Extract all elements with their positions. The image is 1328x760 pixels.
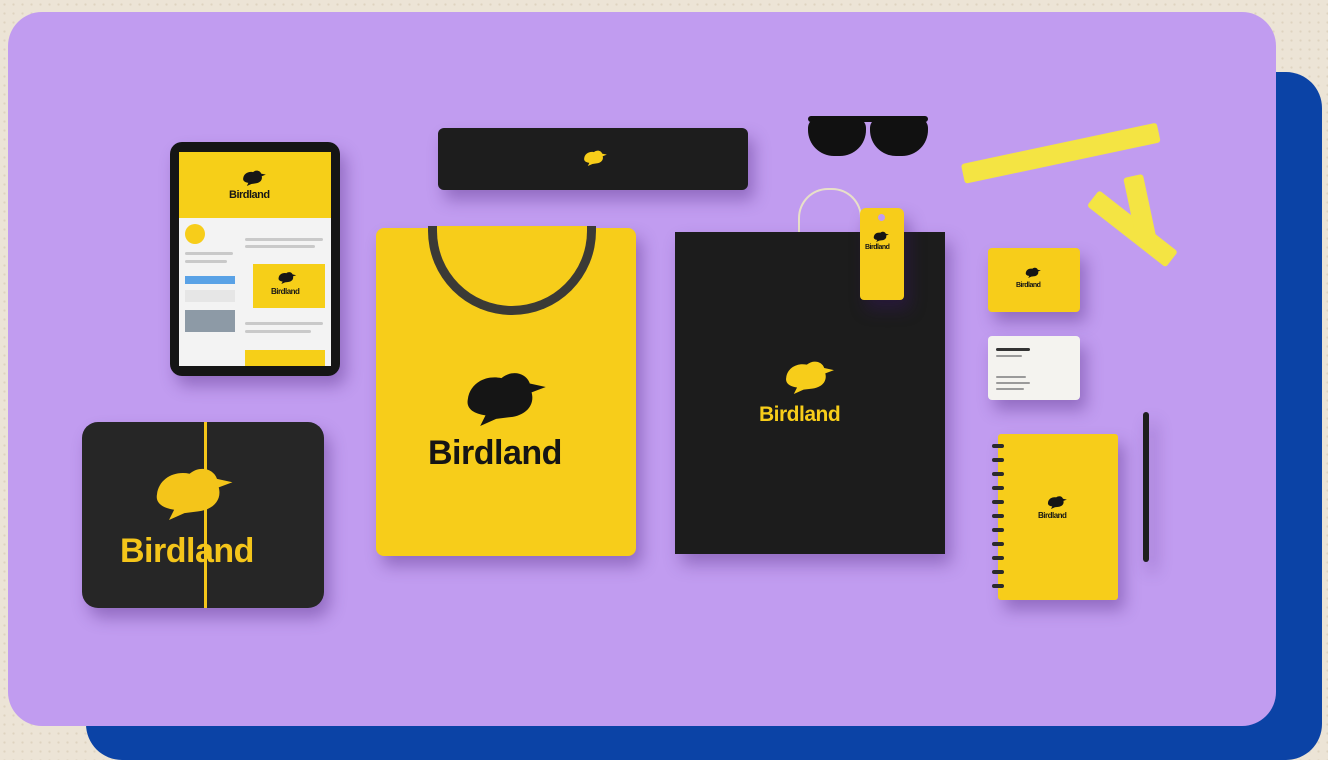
placeholder-line xyxy=(996,388,1024,390)
tshirt-wordmark: Birdland xyxy=(428,434,562,472)
spiral-ring xyxy=(992,556,1004,560)
business-card-back xyxy=(988,336,1080,400)
spiral-ring xyxy=(992,514,1004,518)
placeholder-line xyxy=(996,376,1026,378)
pen xyxy=(1143,412,1149,562)
spiral-ring xyxy=(992,500,1004,504)
bird-logo-icon xyxy=(872,230,890,242)
placeholder-line xyxy=(996,355,1022,357)
measuring-tape xyxy=(960,122,1203,268)
placeholder-line xyxy=(245,238,323,241)
business-card-front: Birdland xyxy=(988,248,1080,312)
black-shopping-bag: Birdland xyxy=(675,232,945,554)
placeholder-line xyxy=(996,382,1030,384)
tablet-screen-header: Birdland xyxy=(179,152,331,218)
placeholder-line xyxy=(185,260,227,263)
spiral-ring xyxy=(992,486,1004,490)
spiral-ring xyxy=(992,570,1004,574)
bird-logo-icon xyxy=(277,270,297,284)
spiral-notebook: Birdland xyxy=(998,434,1118,600)
poster-tube xyxy=(438,128,748,190)
sunglasses xyxy=(808,112,928,162)
placeholder-line xyxy=(245,322,323,325)
placeholder-photo xyxy=(185,310,235,332)
placeholder-line xyxy=(245,330,311,333)
card-wordmark: Birdland xyxy=(1016,282,1041,289)
tablet-wordmark: Birdland xyxy=(229,189,270,201)
placeholder-line xyxy=(245,245,315,248)
spiral-ring xyxy=(992,444,1004,448)
sunglasses-lens xyxy=(808,118,866,156)
placeholder-icons xyxy=(185,290,235,302)
spiral-ring xyxy=(992,458,1004,462)
avatar xyxy=(185,224,205,244)
bird-logo-icon xyxy=(781,356,837,394)
bag-wordmark: Birdland xyxy=(759,403,841,426)
twine-string xyxy=(204,422,207,608)
bird-logo-icon xyxy=(1024,266,1042,278)
bird-logo-icon xyxy=(582,148,608,166)
tablet-post-banner: Birdland xyxy=(253,264,325,308)
placeholder-bar xyxy=(185,276,235,284)
tag-wordmark: Birdland xyxy=(865,244,890,251)
spiral-ring xyxy=(992,584,1004,588)
bird-logo-icon xyxy=(241,168,267,186)
tablet-screen: Birdland Birdland xyxy=(179,152,331,366)
bird-logo-icon xyxy=(148,460,238,520)
sunglasses-lens xyxy=(870,118,928,156)
notebook-wordmark: Birdland xyxy=(1038,511,1067,520)
bird-logo-icon xyxy=(458,364,552,426)
spiral-ring xyxy=(992,542,1004,546)
spiral-ring xyxy=(992,472,1004,476)
placeholder-block xyxy=(245,350,325,366)
mockup-image-card: Birdland Birdland Birdland Birdland Bird… xyxy=(8,12,1276,726)
bird-logo-icon xyxy=(1046,494,1068,509)
tape-strip xyxy=(960,122,1161,184)
spiral-ring xyxy=(992,528,1004,532)
tablet-banner-wordmark: Birdland xyxy=(271,287,300,296)
rolled-shirt-wordmark: Birdland xyxy=(120,532,254,570)
tag-hole xyxy=(878,214,885,221)
placeholder-line xyxy=(996,348,1030,351)
hang-tag: Birdland xyxy=(860,208,904,300)
placeholder-line xyxy=(185,252,233,255)
